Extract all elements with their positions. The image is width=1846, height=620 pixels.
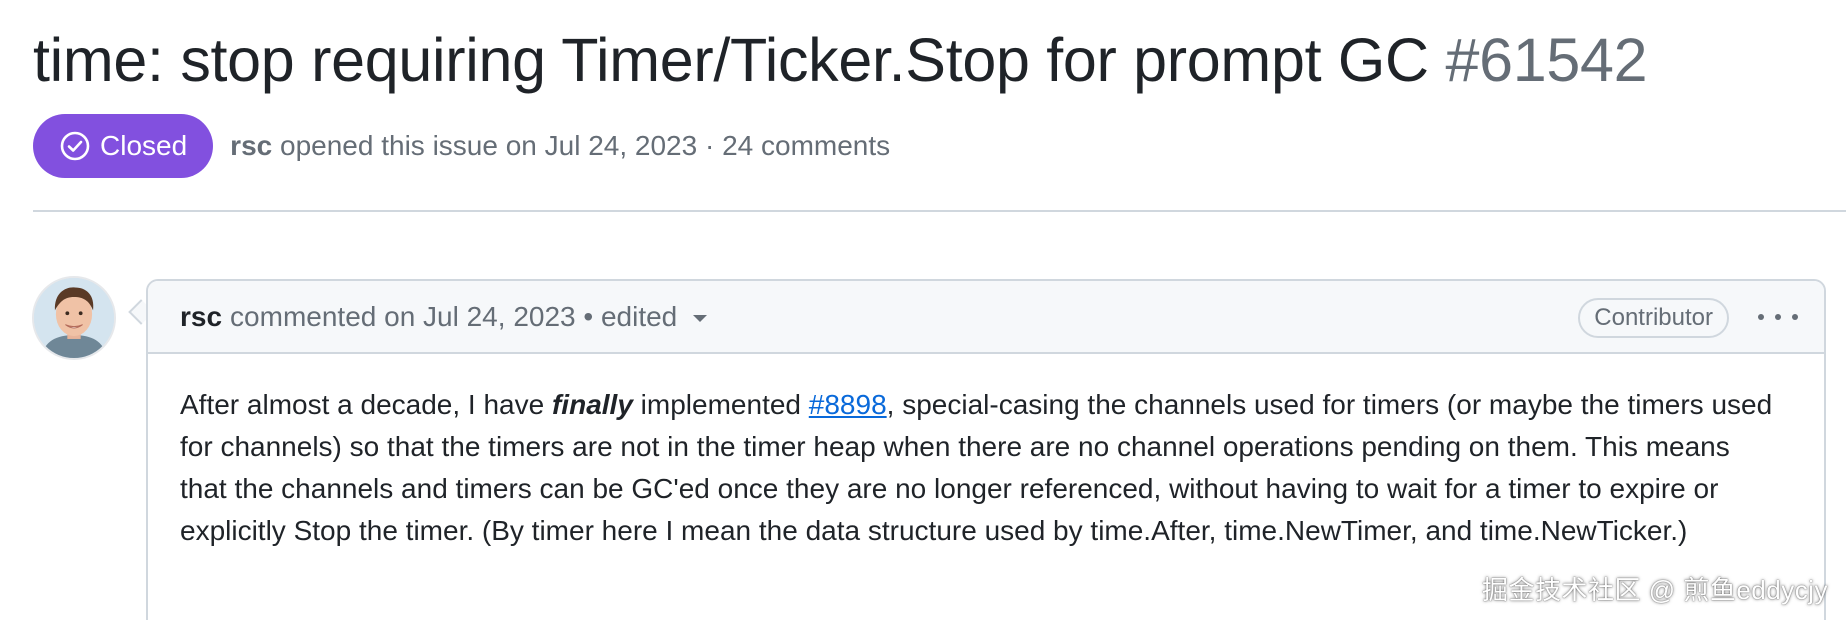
- issue-author-link[interactable]: rsc: [230, 130, 272, 161]
- comment-author-link[interactable]: rsc: [180, 301, 222, 333]
- issue-meta: Closed rsc opened this issue on Jul 24, …: [33, 114, 890, 178]
- comment-meta: rsc commented on Jul 24, 2023 • edited: [180, 301, 708, 333]
- contributor-badge: Contributor: [1578, 298, 1729, 338]
- comment-header: rsc commented on Jul 24, 2023 • edited C…: [148, 281, 1824, 354]
- comment-emphasis: finally: [551, 389, 633, 420]
- comment-text-1: After almost a decade, I have: [180, 389, 552, 420]
- issue-reference-link[interactable]: #8898: [809, 389, 887, 420]
- comment-box: rsc commented on Jul 24, 2023 • edited C…: [146, 279, 1826, 620]
- watermark: 掘金技术社区 @ 煎鱼eddycjy: [1482, 575, 1828, 605]
- header-divider: [33, 210, 1846, 212]
- issue-state-label: Closed: [100, 130, 188, 161]
- issue-page: time: stop requiring Timer/Ticker.Stop f…: [0, 0, 1846, 620]
- comment-text-2: implemented: [632, 389, 809, 420]
- issue-title: time: stop requiring Timer/Ticker.Stop f…: [33, 22, 1648, 98]
- comment-date-edited[interactable]: commented on Jul 24, 2023 • edited: [230, 301, 677, 333]
- kebab-horizontal-icon[interactable]: [1758, 305, 1798, 329]
- issue-opened-info: rsc opened this issue on Jul 24, 2023 · …: [230, 130, 890, 162]
- issue-state-badge: Closed: [33, 114, 214, 178]
- check-circle-icon: [59, 130, 91, 162]
- caret-down-icon[interactable]: [693, 315, 708, 322]
- comment-body: After almost a decade, I have finally im…: [148, 354, 1824, 552]
- issue-title-text: time: stop requiring Timer/Ticker.Stop f…: [33, 26, 1429, 94]
- issue-number: #61542: [1445, 26, 1648, 94]
- avatar[interactable]: [32, 276, 116, 360]
- issue-opened-text: opened this issue on Jul 24, 2023 · 24 c…: [280, 130, 891, 161]
